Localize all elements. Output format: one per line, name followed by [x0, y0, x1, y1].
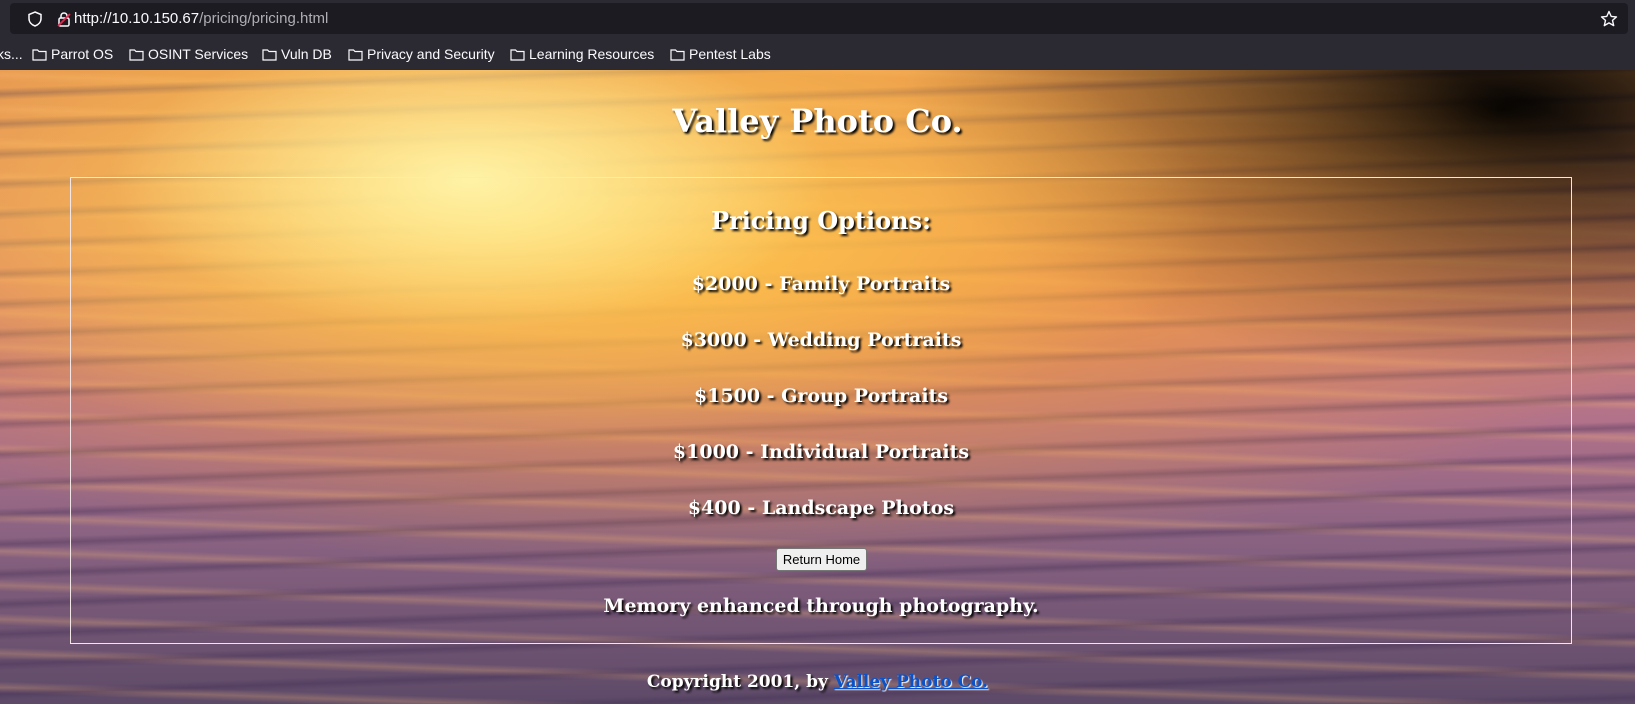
pricing-panel: Pricing Options: $2000 - Family Portrait… — [70, 177, 1572, 644]
bookmark-label: Parrot OS — [51, 46, 114, 62]
bookmark-label: Privacy and Security — [367, 46, 495, 62]
bookmark-pentest-labs[interactable]: Pentest Labs — [670, 45, 771, 63]
folder-icon — [32, 48, 47, 61]
price-item: $2000 - Family Portraits — [691, 273, 951, 295]
folder-icon — [348, 48, 363, 61]
shield-icon[interactable] — [27, 11, 43, 27]
folder-icon — [262, 48, 277, 61]
tagline: Memory enhanced through photography. — [603, 595, 1039, 617]
url-host: http://10.10.150.67 — [74, 10, 200, 27]
return-home-button[interactable]: Return Home — [776, 548, 867, 571]
insecure-lock-icon[interactable] — [56, 11, 72, 27]
star-icon[interactable] — [1600, 10, 1618, 28]
bookmark-label: ks... — [0, 46, 23, 62]
footer: Copyright 2001, by Valley Photo Co. — [0, 672, 1635, 692]
browser-toolbar: http://10.10.150.67/pricing/pricing.html — [0, 0, 1635, 37]
url-path: /pricing/pricing.html — [199, 10, 329, 27]
folder-icon — [670, 48, 685, 61]
address-bar[interactable]: http://10.10.150.67/pricing/pricing.html — [10, 3, 1628, 34]
bookmark-truncated[interactable]: ks... — [0, 45, 23, 63]
price-item: $1500 - Group Portraits — [693, 385, 949, 407]
bookmark-learning-resources[interactable]: Learning Resources — [510, 45, 654, 63]
pricing-heading: Pricing Options: — [711, 206, 931, 235]
price-list: $2000 - Family Portraits $3000 - Wedding… — [71, 272, 1571, 552]
page-viewport: Valley Photo Co. Pricing Options: $2000 … — [0, 70, 1635, 704]
bookmark-privacy-and-security[interactable]: Privacy and Security — [348, 45, 495, 63]
price-item: $3000 - Wedding Portraits — [680, 329, 962, 351]
bookmark-vuln-db[interactable]: Vuln DB — [262, 45, 332, 63]
footer-company-link[interactable]: Valley Photo Co. — [834, 672, 988, 692]
bookmark-parrot-os[interactable]: Parrot OS — [32, 45, 113, 63]
bookmark-label: Pentest Labs — [689, 46, 771, 62]
bookmark-label: Learning Resources — [529, 46, 655, 62]
price-item: $1000 - Individual Portraits — [672, 441, 970, 463]
folder-icon — [129, 48, 144, 61]
footer-copyright: Copyright 2001, by — [646, 672, 828, 692]
bookmark-osint-services[interactable]: OSINT Services — [129, 45, 248, 63]
bookmark-label: Vuln DB — [281, 46, 332, 62]
bookmark-label: OSINT Services — [148, 46, 249, 62]
site-title: Valley Photo Co. — [672, 102, 963, 140]
price-item: $400 - Landscape Photos — [687, 497, 955, 519]
url-text[interactable]: http://10.10.150.67/pricing/pricing.html — [74, 9, 328, 28]
bookmarks-bar: ks... Parrot OS OSINT Services Vuln DB P… — [0, 37, 1635, 70]
folder-icon — [510, 48, 525, 61]
